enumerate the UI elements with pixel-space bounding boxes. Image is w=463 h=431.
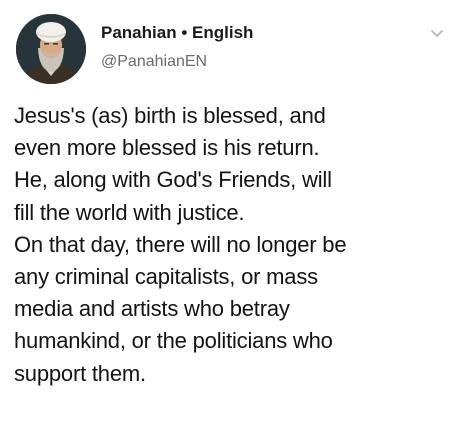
author-handle[interactable]: @PanahianEN: [101, 53, 207, 71]
tweet-text-line: media and artists who betray: [14, 296, 290, 322]
tweet-text-line: any criminal capitalists, or mass: [14, 264, 318, 290]
chevron-down-icon[interactable]: [427, 26, 447, 42]
author-name-line[interactable]: Panahian • English: [101, 23, 253, 43]
tweet-text: Jesus's (as) birth is blessed, and even …: [14, 100, 454, 390]
tweet-text-line: On that day, there will no longer be: [14, 231, 347, 257]
display-name[interactable]: Panahian: [101, 23, 177, 42]
avatar[interactable]: [16, 14, 86, 84]
tweet-text-line: humankind, or the politicians who: [14, 328, 333, 354]
tweet-text-line: He, along with God's Friends, will: [14, 167, 332, 193]
tweet-text-line: Jesus's (as) birth is blessed, and: [14, 103, 326, 128]
name-separator: •: [181, 23, 188, 42]
language-label: English: [192, 23, 254, 42]
tweet-text-line: support them.: [14, 360, 146, 386]
tweet-text-line: fill the world with justice.: [14, 199, 245, 225]
tweet-text-line: even more blessed is his return.: [14, 135, 320, 161]
profile-photo-icon: [16, 14, 86, 84]
tweet-header: Panahian • English @PanahianEN: [14, 14, 449, 86]
tweet-card: Panahian • English @PanahianEN Jesus's (…: [0, 0, 463, 431]
